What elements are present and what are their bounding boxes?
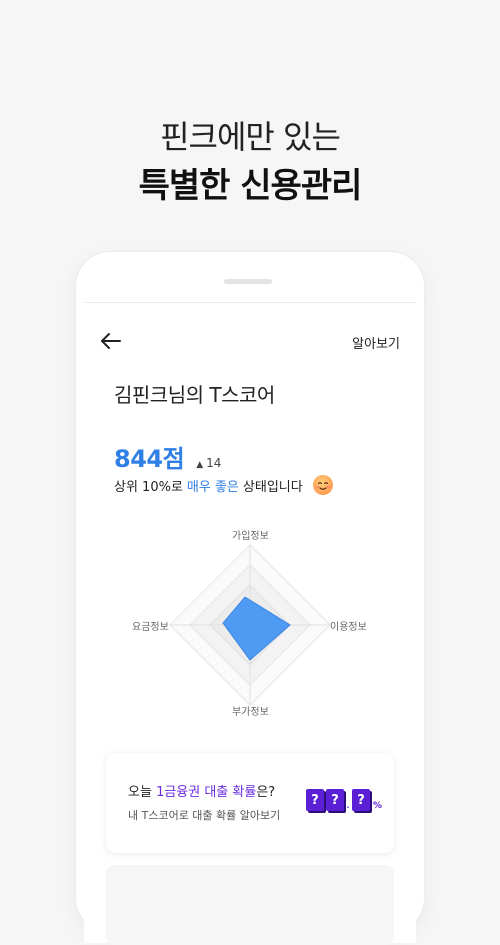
hero-title-line2: 특별한 신용관리 — [138, 166, 363, 206]
radar-label-right: 이용정보 — [330, 622, 367, 633]
percent-sign: % — [373, 801, 383, 811]
arrow-left-icon — [101, 333, 121, 349]
radar-chart: 가입정보 이용정보 부가정보 요금정보 — [84, 525, 416, 725]
status-prefix: 상위 10%로 — [114, 479, 183, 495]
next-card-placeholder — [106, 865, 394, 945]
radar-label-top: 가입정보 — [232, 531, 269, 542]
back-button[interactable] — [98, 330, 124, 352]
triangle-up-icon: ▲ — [196, 460, 204, 470]
decimal-dot: . — [346, 797, 350, 811]
status-highlight: 매우 좋은 — [186, 479, 239, 495]
loan-title-highlight: 1금융권 대출 확률 — [156, 785, 257, 800]
score-row: 844점 ▲ 14 — [114, 439, 221, 474]
score-delta-value: 14 — [206, 456, 222, 470]
status-line: 상위 10%로 매우 좋은 상태입니다 — [114, 474, 334, 496]
phone-speaker — [224, 279, 272, 284]
learn-more-link[interactable]: 알아보기 — [352, 333, 400, 352]
score-delta: ▲ 14 — [196, 456, 221, 470]
loan-probability-card[interactable]: 오늘 1금융권 대출 확률은? 내 T스코어로 대출 확률 알아보기 ? ? .… — [106, 753, 394, 853]
smile-face-icon — [312, 475, 333, 495]
status-suffix: 상태입니다 — [242, 479, 303, 495]
loan-title-suffix: 은? — [256, 785, 276, 800]
page-title: 김핀크님의 T스코어 — [114, 383, 275, 407]
question-box: ? — [306, 789, 324, 811]
app-screen: 알아보기 김핀크님의 T스코어 844점 ▲ 14 상위 10%로 매우 좋은 상… — [84, 302, 416, 945]
score-value: 844점 — [114, 445, 185, 473]
question-box: ? — [352, 789, 370, 811]
phone-frame: 알아보기 김핀크님의 T스코어 844점 ▲ 14 상위 10%로 매우 좋은 상… — [76, 252, 424, 945]
probability-placeholder: ? ? . ? % — [306, 789, 382, 811]
question-box: ? — [326, 789, 344, 811]
radar-label-left: 요금정보 — [132, 622, 169, 633]
loan-card-title: 오늘 1금융권 대출 확률은? — [128, 781, 275, 800]
loan-card-subtitle: 내 T스코어로 대출 확률 알아보기 — [128, 809, 281, 822]
hero-title-line1: 핀크에만 있는 — [160, 118, 341, 156]
radar-label-bottom: 부가정보 — [232, 707, 269, 718]
loan-title-prefix: 오늘 — [128, 785, 152, 800]
